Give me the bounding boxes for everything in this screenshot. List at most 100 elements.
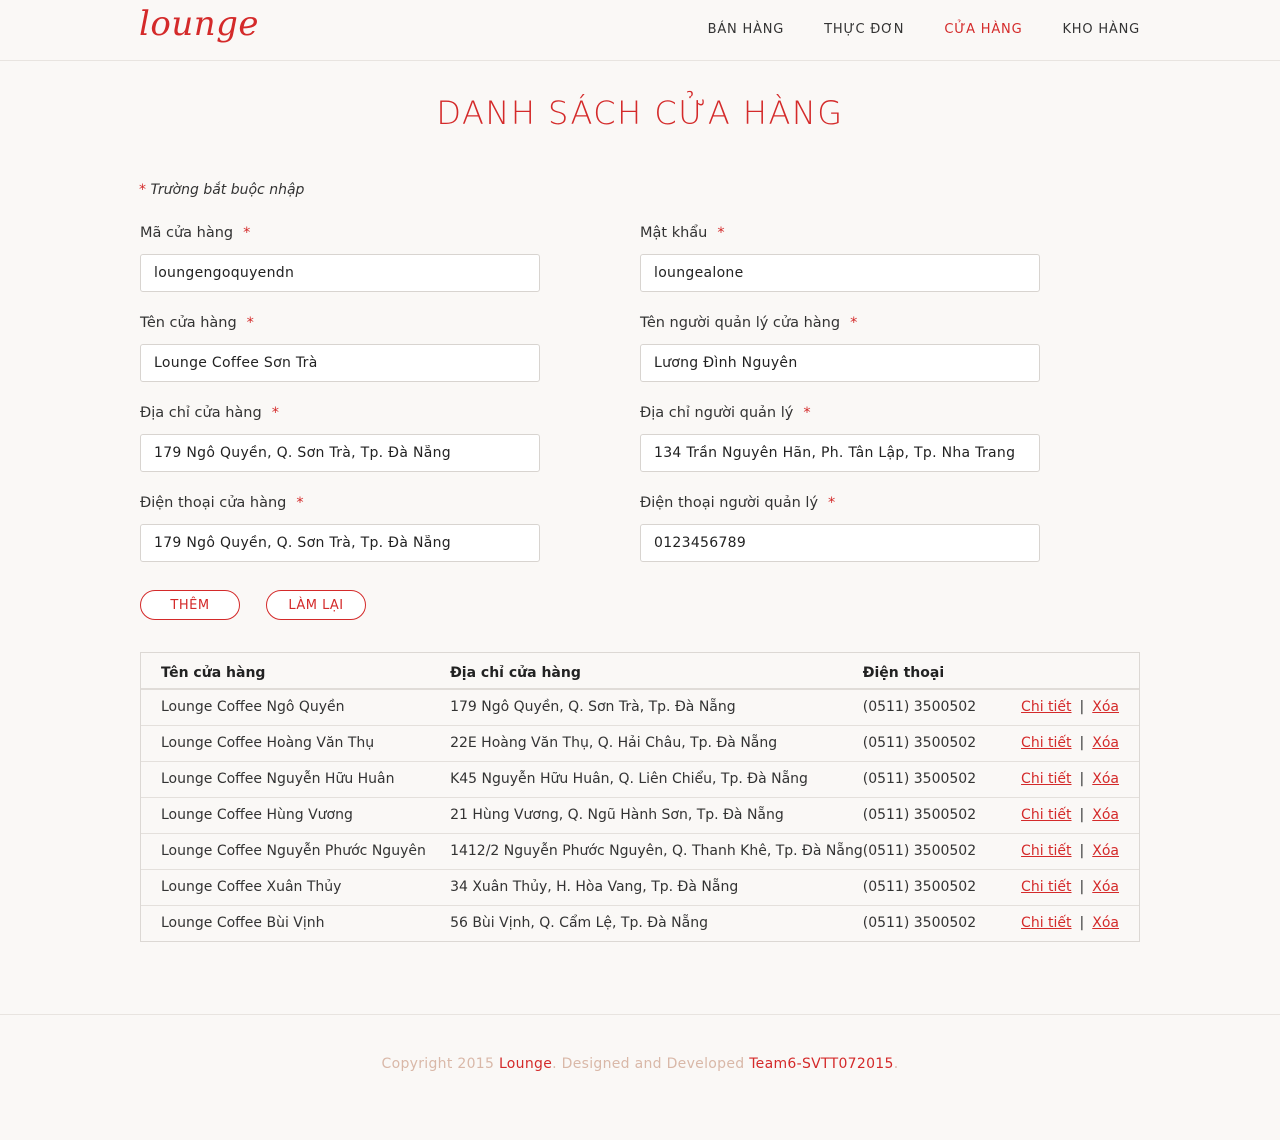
store-phone-cell: (0511) 3500502: [862, 735, 977, 751]
nav-thuc-don[interactable]: THỰC ĐƠN: [824, 22, 904, 37]
manager-address-label-text: Địa chỉ người quản lý: [640, 405, 794, 421]
footer-brand-link[interactable]: Lounge: [499, 1056, 552, 1072]
table-row: Lounge Coffee Hoàng Văn Thụ 22E Hoàng Vă…: [141, 725, 1139, 761]
separator: |: [1079, 735, 1085, 751]
actions-cell: Chi tiết | Xóa: [1021, 725, 1139, 761]
detail-link[interactable]: Chi tiết: [1021, 915, 1071, 931]
footer-divider: [0, 1014, 1280, 1015]
store-address-label: Địa chỉ cửa hàng *: [140, 405, 279, 421]
manager-name-input[interactable]: [640, 344, 1040, 382]
column-header-actions: [1021, 653, 1139, 689]
separator: |: [1079, 699, 1085, 716]
delete-link[interactable]: Xóa: [1092, 807, 1119, 823]
footer-prefix: Copyright 2015: [381, 1056, 499, 1072]
store-phone-cell: (0511) 3500502: [862, 843, 977, 859]
table-row: Lounge Coffee Bùi Vịnh 56 Bùi Vịnh, Q. C…: [141, 905, 1139, 941]
store-phone-cell: (0511) 3500502: [862, 915, 977, 932]
required-star: *: [717, 225, 725, 241]
detail-link[interactable]: Chi tiết: [1021, 843, 1071, 859]
required-star: *: [803, 405, 811, 421]
store-name-cell: Lounge Coffee Nguyễn Phước Nguyên: [161, 843, 426, 859]
table-header-row: Tên cửa hàng Địa chỉ cửa hàng Điện thoại: [141, 653, 1139, 689]
store-address-label-text: Địa chỉ cửa hàng: [140, 405, 262, 421]
required-star: *: [246, 315, 254, 331]
store-code-input[interactable]: [140, 254, 540, 292]
store-phone-input[interactable]: [140, 524, 540, 562]
store-name-cell: Lounge Coffee Hùng Vương: [161, 807, 353, 823]
detail-link[interactable]: Chi tiết: [1021, 735, 1071, 751]
store-address-cell: 56 Bùi Vịnh, Q. Cẩm Lệ, Tp. Đà Nẵng: [450, 915, 708, 932]
delete-link[interactable]: Xóa: [1092, 699, 1119, 715]
store-address-cell: 34 Xuân Thủy, H. Hòa Vang, Tp. Đà Nẵng: [450, 879, 739, 895]
delete-link[interactable]: Xóa: [1092, 879, 1119, 895]
main-nav: BÁN HÀNG THỰC ĐƠN CỬA HÀNG KHO HÀNG: [668, 22, 1140, 37]
required-star: *: [828, 495, 836, 511]
store-phone-cell: (0511) 3500502: [862, 807, 977, 823]
delete-link[interactable]: Xóa: [1092, 915, 1119, 931]
detail-link[interactable]: Chi tiết: [1021, 699, 1071, 715]
store-address-cell: 21 Hùng Vương, Q. Ngũ Hành Sơn, Tp. Đà N…: [450, 807, 784, 823]
reset-button[interactable]: LÀM LẠI: [266, 590, 366, 620]
detail-link[interactable]: Chi tiết: [1021, 807, 1071, 823]
store-code-label-text: Mã cửa hàng: [140, 225, 234, 241]
required-star: *: [296, 495, 304, 511]
store-name-cell: Lounge Coffee Hoàng Văn Thụ: [161, 735, 375, 751]
detail-link[interactable]: Chi tiết: [1021, 771, 1071, 787]
nav-cua-hang[interactable]: CỬA HÀNG: [944, 22, 1022, 37]
manager-phone-input[interactable]: [640, 524, 1040, 562]
nav-kho-hang[interactable]: KHO HÀNG: [1062, 22, 1140, 37]
store-address-cell: 179 Ngô Quyền, Q. Sơn Trà, Tp. Đà Nẵng: [450, 699, 736, 716]
store-address-input[interactable]: [140, 434, 540, 472]
separator: |: [1079, 843, 1085, 859]
manager-address-label: Địa chỉ người quản lý *: [640, 405, 811, 421]
required-star: *: [271, 405, 279, 421]
actions-cell: Chi tiết | Xóa: [1021, 761, 1139, 797]
store-name-label-text: Tên cửa hàng: [140, 315, 237, 331]
store-name-cell: Lounge Coffee Xuân Thủy: [161, 879, 342, 895]
header: lounge BÁN HÀNG THỰC ĐƠN CỬA HÀNG KHO HÀ…: [0, 0, 1280, 61]
delete-link[interactable]: Xóa: [1092, 843, 1119, 859]
logo[interactable]: lounge: [139, 4, 259, 44]
manager-name-label-text: Tên người quản lý cửa hàng: [640, 315, 841, 331]
store-name-input[interactable]: [140, 344, 540, 382]
table-row: Lounge Coffee Nguyễn Hữu Huân K45 Nguyễn…: [141, 761, 1139, 797]
separator: |: [1079, 807, 1085, 823]
required-note: * Trường bắt buộc nhập: [139, 182, 304, 198]
footer-team-link[interactable]: Team6-SVTT072015: [749, 1056, 894, 1072]
actions-cell: Chi tiết | Xóa: [1021, 797, 1139, 833]
actions-cell: Chi tiết | Xóa: [1021, 833, 1139, 869]
manager-phone-label: Điện thoại người quản lý *: [640, 495, 835, 511]
delete-link[interactable]: Xóa: [1092, 771, 1119, 787]
store-table: Tên cửa hàng Địa chỉ cửa hàng Điện thoại…: [140, 652, 1140, 942]
store-name-cell: Lounge Coffee Ngô Quyền: [161, 699, 345, 716]
store-name-cell: Lounge Coffee Bùi Vịnh: [161, 915, 325, 932]
store-address-cell: K45 Nguyễn Hữu Huân, Q. Liên Chiểu, Tp. …: [450, 771, 808, 787]
store-phone-cell: (0511) 3500502: [862, 699, 977, 716]
delete-link[interactable]: Xóa: [1092, 735, 1119, 751]
detail-link[interactable]: Chi tiết: [1021, 879, 1071, 895]
manager-phone-label-text: Điện thoại người quản lý: [640, 495, 819, 511]
password-label: Mật khẩu *: [640, 225, 725, 241]
required-note-text: Trường bắt buộc nhập: [150, 182, 305, 198]
column-header-name: Tên cửa hàng: [161, 664, 266, 681]
password-label-text: Mật khẩu: [640, 225, 708, 241]
column-header-address: Địa chỉ cửa hàng: [450, 664, 581, 681]
nav-ban-hang[interactable]: BÁN HÀNG: [708, 22, 785, 37]
required-star: *: [139, 182, 146, 198]
password-input[interactable]: [640, 254, 1040, 292]
page-title: DANH SÁCH CỬA HÀNG: [436, 94, 844, 132]
table-row: Lounge Coffee Nguyễn Phước Nguyên 1412/2…: [141, 833, 1139, 869]
actions-cell: Chi tiết | Xóa: [1021, 905, 1139, 941]
store-code-label: Mã cửa hàng *: [140, 225, 250, 241]
column-header-phone: Điện thoại: [862, 664, 945, 681]
table-row: Lounge Coffee Xuân Thủy 34 Xuân Thủy, H.…: [141, 869, 1139, 905]
store-name-label: Tên cửa hàng *: [140, 315, 254, 331]
footer-middle: . Designed and Developed: [552, 1056, 750, 1072]
manager-address-input[interactable]: [640, 434, 1040, 472]
add-button[interactable]: THÊM: [140, 590, 240, 620]
separator: |: [1079, 771, 1085, 787]
store-address-cell: 1412/2 Nguyễn Phước Nguyên, Q. Thanh Khê…: [450, 843, 863, 859]
store-name-cell: Lounge Coffee Nguyễn Hữu Huân: [161, 771, 395, 787]
store-address-cell: 22E Hoàng Văn Thụ, Q. Hải Châu, Tp. Đà N…: [450, 735, 778, 751]
store-phone-label-text: Điện thoại cửa hàng: [140, 495, 287, 511]
